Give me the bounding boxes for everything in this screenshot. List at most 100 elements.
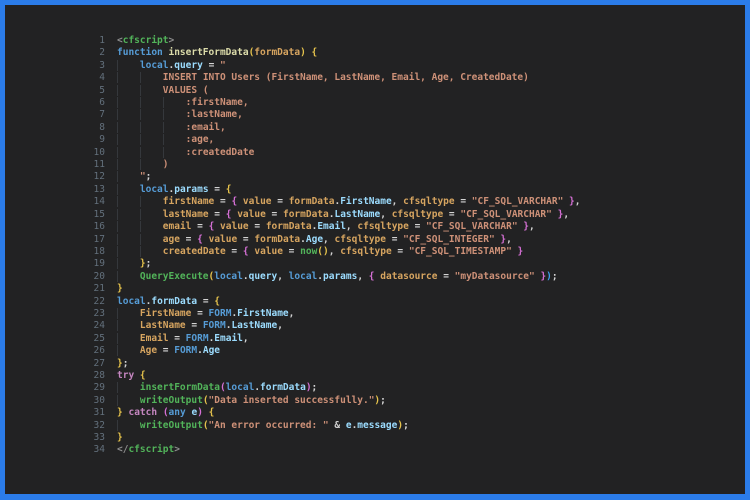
line-number: 21 xyxy=(93,283,105,295)
code-token: writeOutput xyxy=(139,419,203,431)
code-token: firstName xyxy=(162,196,215,208)
code-token: FirstName xyxy=(237,307,289,319)
code-token: = xyxy=(225,245,243,257)
indent-guide xyxy=(140,72,163,83)
line-number: 18 xyxy=(93,245,105,257)
line-number: 5 xyxy=(99,84,105,96)
line-number: 19 xyxy=(93,258,105,270)
code-line: 12 "; xyxy=(5,171,745,183)
line-number: 33 xyxy=(93,432,105,443)
line-number: 31 xyxy=(93,407,105,419)
indent-guide xyxy=(117,320,140,331)
code-text: LastName = FORM.LastName, xyxy=(117,320,283,332)
code-line: 16 email = { value = formData.Email, cfs… xyxy=(5,221,745,233)
indent-guide xyxy=(117,147,140,158)
code-token: } xyxy=(117,432,123,443)
indent-guide xyxy=(140,221,163,232)
code-token: now xyxy=(300,245,318,257)
code-token: "CF_SQL_TIMESTAMP" xyxy=(408,245,512,257)
code-token: insertFormData xyxy=(168,47,249,59)
code-token: value xyxy=(220,221,249,233)
code-line: 14 firstName = { value = formData.FirstN… xyxy=(5,196,745,208)
code-text: local.formData = { xyxy=(117,296,220,308)
code-token: query xyxy=(248,270,278,282)
code-line: 18 createdDate = { value = now(), cfsqlt… xyxy=(5,246,745,258)
code-token: FORM xyxy=(202,320,226,332)
code-line: 7 :lastName, xyxy=(5,109,745,121)
code-token: Age xyxy=(139,345,158,357)
code-line: 32 writeOutput("An error occurred: " & e… xyxy=(5,420,745,432)
code-text: QueryExecute(local.query, local.params, … xyxy=(117,271,558,283)
code-line: 15 lastName = { value = formData.LastNam… xyxy=(5,209,745,221)
line-number: 13 xyxy=(93,183,105,195)
code-token: > xyxy=(174,444,180,456)
indent-guide xyxy=(140,234,163,245)
indent-guide xyxy=(140,85,163,96)
code-token: = xyxy=(197,295,215,307)
indent-guide xyxy=(117,308,140,319)
code-token: :age, xyxy=(185,134,215,146)
code-line: 33} xyxy=(5,432,745,444)
code-token: = xyxy=(443,208,461,220)
code-token: = xyxy=(385,233,404,245)
indent-guide xyxy=(140,196,163,207)
code-token: function xyxy=(117,47,169,59)
code-token: = xyxy=(437,270,455,282)
code-line: 20 QueryExecute(local.query, local.param… xyxy=(5,271,745,283)
line-number: 30 xyxy=(93,394,105,406)
code-line: 11 ) xyxy=(5,159,745,171)
code-token: , xyxy=(323,233,335,245)
code-line: 5 VALUES ( xyxy=(5,85,745,97)
code-token: Age xyxy=(305,233,324,245)
code-token: } xyxy=(551,208,564,220)
line-number: 17 xyxy=(93,233,105,245)
code-token: = xyxy=(408,221,427,233)
code-token: email xyxy=(162,221,192,233)
code-token: { xyxy=(311,47,318,59)
code-token: :email, xyxy=(185,121,226,133)
code-token: & xyxy=(328,419,346,431)
line-number: 23 xyxy=(93,307,105,319)
code-line: 13 local.params = { xyxy=(5,184,745,196)
code-token: value xyxy=(237,208,266,220)
code-text: :lastName, xyxy=(117,109,243,121)
indent-guide xyxy=(163,109,186,120)
code-token: formData xyxy=(260,382,306,394)
indent-guide xyxy=(117,246,140,257)
code-token: try xyxy=(117,369,135,381)
code-token: FORM xyxy=(208,307,232,319)
code-token: { xyxy=(225,183,232,195)
code-line: 4 INSERT INTO Users (FirstName, LastName… xyxy=(5,72,745,84)
indent-guide xyxy=(140,122,163,133)
code-text: }; xyxy=(117,258,151,270)
indent-guide xyxy=(117,258,140,269)
code-token: VALUES ( xyxy=(162,84,209,96)
indent-guide xyxy=(117,60,140,71)
code-token: :lastName, xyxy=(185,109,243,121)
code-token: = xyxy=(391,245,409,257)
code-token: local xyxy=(139,183,169,195)
code-token: local xyxy=(139,59,169,71)
code-token: FORM xyxy=(185,332,209,344)
line-number: 2 xyxy=(99,47,105,59)
line-number: 20 xyxy=(93,270,105,282)
code-token: ; xyxy=(145,258,152,270)
indent-guide xyxy=(140,147,163,158)
code-token: LastName xyxy=(139,320,186,332)
indent-guide xyxy=(117,97,140,108)
indent-guide xyxy=(117,382,140,393)
code-text: local.query = " xyxy=(117,60,226,72)
code-token: = xyxy=(282,245,301,257)
code-token: } xyxy=(494,233,507,245)
code-token: insertFormData xyxy=(139,382,220,394)
code-text: ) xyxy=(117,159,169,171)
code-line: 27}; xyxy=(5,358,745,370)
code-token: } xyxy=(511,245,524,257)
indent-guide xyxy=(117,420,140,431)
code-token: FORM xyxy=(174,345,198,357)
code-token: LastName xyxy=(231,320,278,332)
line-number: 24 xyxy=(93,320,105,332)
code-token: "CF_SQL_VARCHAR" xyxy=(460,208,552,220)
code-token: params xyxy=(174,183,209,195)
indent-guide xyxy=(140,159,163,170)
